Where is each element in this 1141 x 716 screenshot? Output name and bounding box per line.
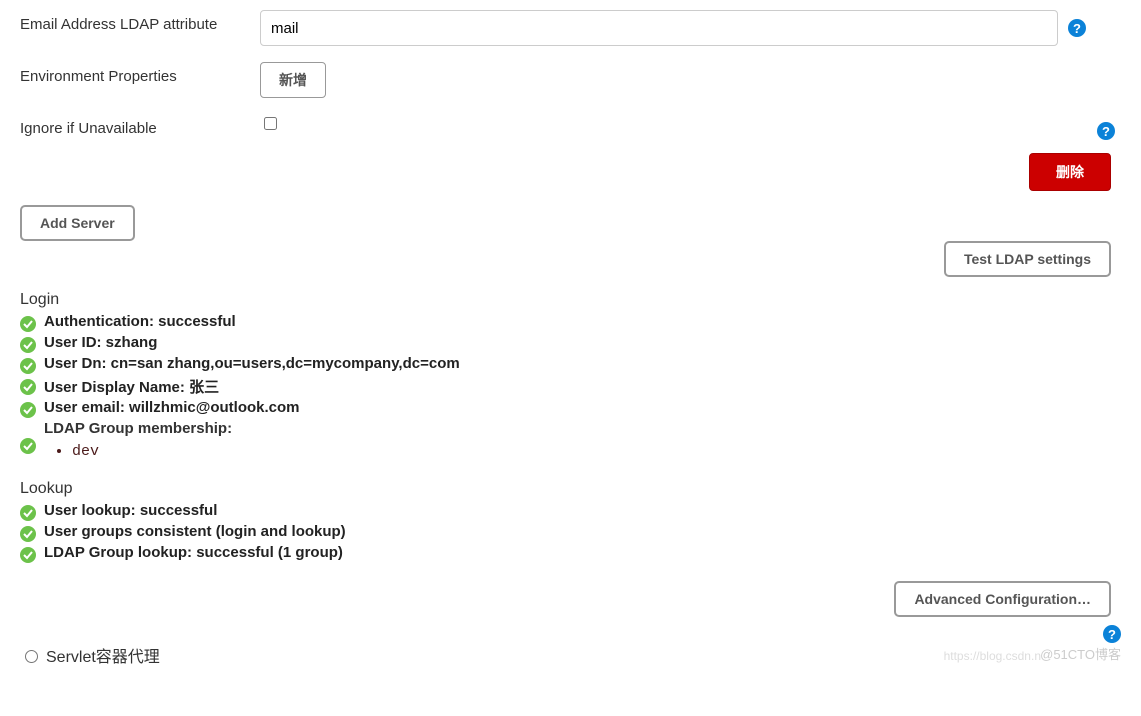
servlet-radio[interactable] (25, 650, 38, 663)
email-attr-label: Email Address LDAP attribute (20, 10, 260, 33)
login-heading: Login (20, 291, 1121, 309)
add-server-button[interactable]: Add Server (20, 205, 135, 241)
lookup-result-line: User groups consistent (login and lookup… (20, 523, 1121, 542)
login-result-line: User ID: szhang (20, 334, 1121, 353)
help-icon[interactable]: ? (1097, 122, 1115, 140)
result-text: User Display Name: 张三 (44, 376, 219, 397)
group-membership-label: LDAP Group membership: (44, 420, 232, 437)
lookup-result-line: User lookup: successful (20, 502, 1121, 521)
check-icon (20, 526, 36, 542)
test-ldap-button[interactable]: Test LDAP settings (944, 241, 1111, 277)
result-text: Authentication: successful (44, 313, 236, 330)
check-icon (20, 505, 36, 521)
check-icon (20, 379, 36, 395)
email-attr-input[interactable] (260, 10, 1058, 46)
check-icon (20, 358, 36, 374)
group-item: dev (72, 443, 232, 460)
login-group-line: LDAP Group membership: dev (20, 420, 1121, 470)
result-text: User Dn: cn=san zhang,ou=users,dc=mycomp… (44, 355, 460, 372)
watermark: https://blog.csdn.n (944, 649, 1041, 663)
ignore-label: Ignore if Unavailable (20, 114, 260, 137)
login-result-line: User Display Name: 张三 (20, 376, 1121, 397)
result-text: User email: willzhmic@outlook.com (44, 399, 300, 416)
env-props-label: Environment Properties (20, 62, 260, 85)
check-icon (20, 438, 36, 454)
result-text: User lookup: successful (44, 502, 217, 519)
login-result-line: User Dn: cn=san zhang,ou=users,dc=mycomp… (20, 355, 1121, 374)
result-text: LDAP Group lookup: successful (1 group) (44, 544, 343, 561)
check-icon (20, 402, 36, 418)
check-icon (20, 337, 36, 353)
help-icon[interactable]: ? (1103, 625, 1121, 643)
result-text: User ID: szhang (44, 334, 157, 351)
env-props-add-button[interactable]: 新增 (260, 62, 326, 98)
help-icon[interactable]: ? (1068, 19, 1086, 37)
login-result-line: User email: willzhmic@outlook.com (20, 399, 1121, 418)
lookup-result-line: LDAP Group lookup: successful (1 group) (20, 544, 1121, 563)
watermark: @51CTO博客 (1040, 644, 1121, 663)
result-text: User groups consistent (login and lookup… (44, 523, 346, 540)
check-icon (20, 316, 36, 332)
check-icon (20, 547, 36, 563)
lookup-heading: Lookup (20, 480, 1121, 498)
login-result-line: Authentication: successful (20, 313, 1121, 332)
delete-button[interactable]: 删除 (1029, 153, 1111, 191)
advanced-config-button[interactable]: Advanced Configuration… (894, 581, 1111, 617)
servlet-radio-label: Servlet容器代理 (46, 643, 160, 667)
ignore-checkbox[interactable] (264, 117, 277, 130)
